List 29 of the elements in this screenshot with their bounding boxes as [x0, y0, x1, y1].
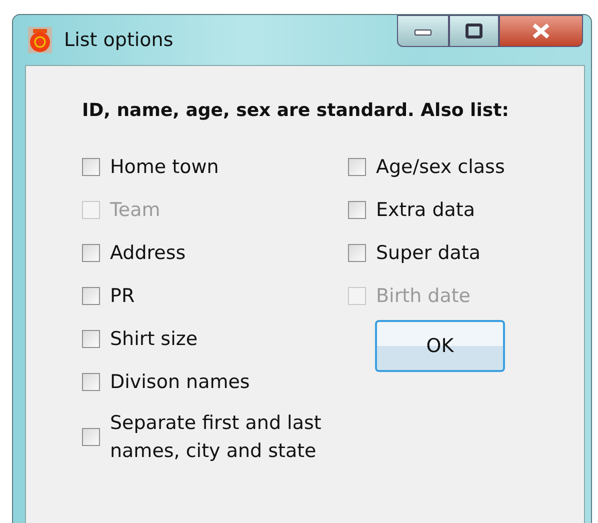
window-title: List options [64, 29, 174, 51]
checkbox-label: Shirt size [110, 328, 198, 350]
checkbox[interactable] [348, 158, 366, 176]
checkbox[interactable] [82, 428, 100, 446]
checkbox[interactable] [82, 372, 100, 390]
checkbox[interactable] [82, 244, 100, 262]
checkbox[interactable] [348, 200, 366, 218]
checkbox-label: Age/sex class [376, 156, 505, 178]
checkbox-label: Home town [110, 156, 219, 178]
close-button[interactable] [499, 15, 583, 47]
checkbox-label: Separate first and last names, city and state [110, 411, 322, 464]
jar-icon [28, 27, 52, 53]
checkbox[interactable] [348, 244, 366, 262]
maximize-icon [464, 23, 484, 39]
checkbox-label: Extra data [376, 198, 475, 220]
close-icon [530, 23, 552, 39]
checkbox-label: Super data [376, 242, 480, 264]
checkbox[interactable] [82, 286, 100, 304]
minimize-button[interactable] [397, 15, 449, 47]
ok-button[interactable]: OK [375, 320, 505, 372]
checkbox[interactable] [82, 158, 100, 176]
instruction-text: ID, name, age, sex are standard. Also list: [82, 100, 509, 121]
checkbox-label: Divison names [110, 370, 250, 392]
checkbox-label: Address [110, 242, 186, 264]
checkbox-label: PR [110, 284, 135, 306]
checkbox[interactable] [82, 330, 100, 348]
checkbox-label: Birth date [376, 284, 470, 306]
checkbox-label: Team [110, 198, 160, 220]
maximize-button[interactable] [449, 15, 499, 47]
